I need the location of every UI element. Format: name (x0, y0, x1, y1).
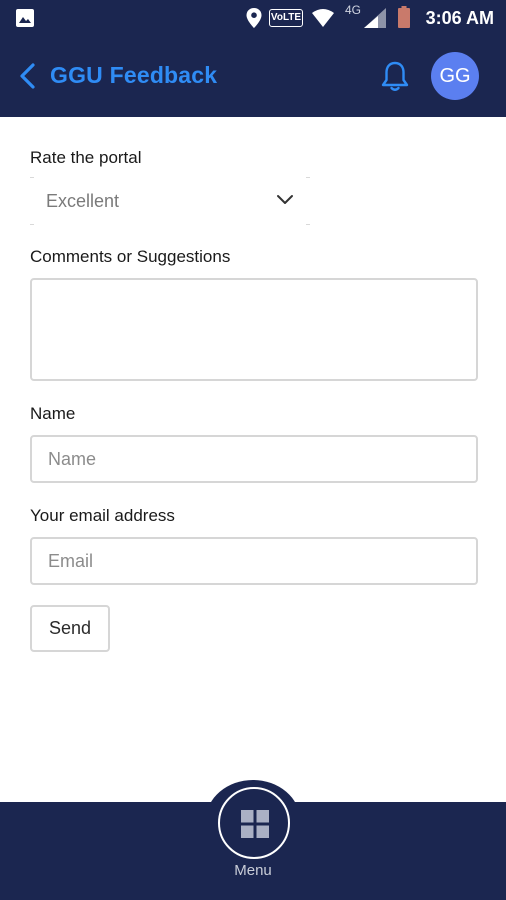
email-label: Your email address (30, 506, 175, 525)
volte-badge: VoLTE (269, 9, 303, 27)
select-corner (306, 224, 310, 225)
status-bar: VoLTE 4G 3:06 AM (0, 0, 506, 36)
battery-icon (398, 6, 410, 28)
app-bar: GGU Feedback GG (0, 36, 506, 117)
signal-icon (364, 8, 386, 28)
network-type: 4G (344, 3, 361, 17)
rate-label: Rate the portal (30, 148, 142, 167)
page-title: GGU Feedback (50, 62, 218, 88)
name-input[interactable] (30, 435, 478, 483)
bell-icon[interactable] (378, 60, 412, 94)
comments-label: Comments or Suggestions (30, 247, 231, 266)
chevron-down-icon (277, 195, 293, 204)
grid-icon (241, 810, 269, 838)
select-corner (306, 177, 310, 178)
menu-button[interactable] (218, 787, 290, 859)
wifi-icon (312, 9, 334, 27)
email-input[interactable] (30, 537, 478, 585)
rating-select-value: Excellent (46, 191, 120, 211)
select-corner (30, 177, 34, 178)
comments-textarea[interactable] (30, 278, 478, 381)
gallery-icon (16, 9, 34, 27)
name-label: Name (30, 404, 76, 423)
rating-select[interactable]: Excellent (30, 177, 310, 225)
menu-label: Menu (234, 862, 272, 879)
send-button[interactable]: Send (30, 605, 110, 652)
back-chevron-icon[interactable] (14, 60, 44, 92)
select-corner (30, 224, 34, 225)
location-icon (246, 8, 262, 28)
avatar[interactable]: GG (431, 52, 479, 100)
clock: 3:06 AM (425, 8, 494, 28)
